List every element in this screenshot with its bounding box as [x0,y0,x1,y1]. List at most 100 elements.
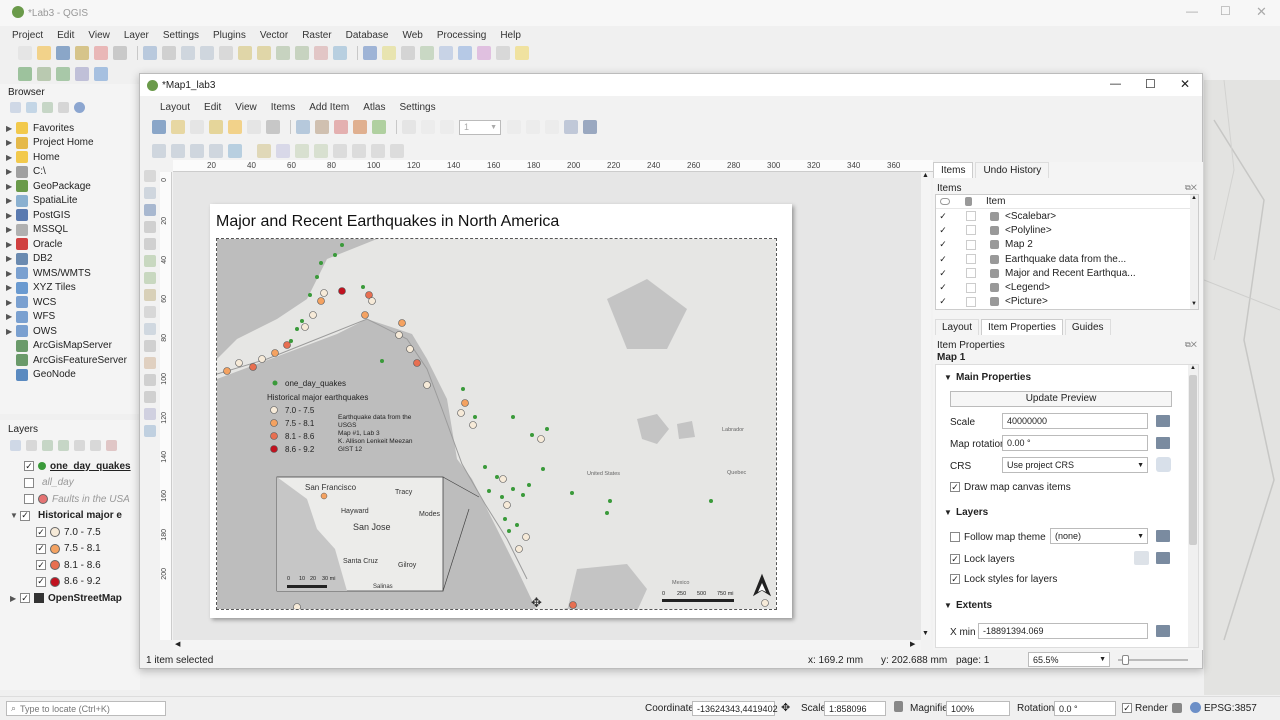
expand-arrow-icon[interactable]: ▶ [6,240,16,249]
panel-float-icon[interactable]: ⧉✕ [1185,183,1197,193]
browser-item[interactable]: ArcGisMapServer [6,339,140,354]
layout-item-row[interactable]: ✓ Map 2 [936,238,1198,252]
pan-icon[interactable] [143,46,157,60]
map-item[interactable]: one_day_quakes Historical major earthqua… [216,238,777,610]
zoom-slider-handle[interactable] [1122,655,1129,665]
zoom-out-icon[interactable] [200,46,214,60]
browser-item[interactable]: ArcGisFeatureServer [6,353,140,368]
add-map-icon[interactable] [144,255,156,267]
browser-item[interactable]: ▶ MSSQL [6,223,140,238]
layout-item-row[interactable]: ✓ <Legend> [936,280,1198,294]
print-layout-icon[interactable] [94,46,108,60]
item-visible-checkbox[interactable]: ✓ [938,268,948,278]
remove-layer-icon[interactable] [106,440,117,451]
menu-database[interactable]: Database [346,30,389,41]
field-calculator-icon[interactable] [420,46,434,60]
canvas-vscrollbar[interactable]: ▲ ▼ [921,172,931,640]
lock-layers-override-icon[interactable] [1156,552,1170,564]
expand-arrow-icon[interactable]: ▼ [10,511,20,520]
zoom-full-icon[interactable] [209,144,223,158]
attribute-table-icon[interactable] [439,46,453,60]
duplicate-layout-icon[interactable] [190,120,204,134]
layer-visibility-checkbox[interactable]: ✓ [20,510,30,521]
item-visible-checkbox[interactable]: ✓ [938,225,948,235]
crs-combo[interactable]: Use project CRS ▼ [1002,457,1148,473]
map-title[interactable]: Major and Recent Earthquakes in North Am… [216,213,559,231]
menu-layer[interactable]: Layer [124,30,149,41]
add-legend-icon[interactable] [144,323,156,335]
atlas-print-icon[interactable] [545,120,559,134]
raise-icon[interactable] [333,144,347,158]
browser-item[interactable]: ▶ WFS [6,310,140,325]
redo-icon[interactable] [372,120,386,134]
menu-layout[interactable]: Layout [160,102,190,113]
browser-item[interactable]: GeoNode [6,368,140,383]
export-image-icon[interactable] [296,120,310,134]
menu-add-item[interactable]: Add Item [309,102,349,113]
xmin-field[interactable]: -18891394.069 [978,623,1148,639]
add-delimited-icon[interactable] [75,67,89,81]
extents-collapse-icon[interactable]: ▼ [944,601,952,610]
lock-styles-checkbox[interactable]: ✓ [950,574,960,584]
map-scale-field[interactable]: 40000000 [1002,413,1148,429]
statistics-icon[interactable] [477,46,491,60]
menu-view[interactable]: View [235,102,257,113]
export-pdf-icon[interactable] [334,120,348,134]
layer-item[interactable]: Faults in the USA [10,491,140,508]
unlock-items-icon[interactable] [276,144,290,158]
item-visible-checkbox[interactable]: ✓ [938,297,948,307]
messages-icon[interactable] [1172,703,1182,713]
undo-icon[interactable] [353,120,367,134]
tab-undo-history[interactable]: Undo History [975,162,1050,178]
theme-combo[interactable]: (none) ▼ [1050,528,1148,544]
layout-manager-icon[interactable] [209,120,223,134]
menu-settings[interactable]: Settings [399,102,435,113]
browser-item[interactable]: ▶ WCS [6,295,140,310]
extents-toggle-icon[interactable]: ✥ [781,701,790,714]
annotation-icon[interactable] [515,46,529,60]
item-visible-checkbox[interactable]: ✓ [938,240,948,250]
zoom-100-icon[interactable] [190,144,204,158]
zoom-in-icon[interactable] [152,144,166,158]
add-vector-icon[interactable] [56,67,70,81]
filter-icon[interactable] [42,102,53,113]
template-icon[interactable] [228,120,242,134]
print-icon[interactable] [266,120,280,134]
items-scroll-up-icon[interactable]: ▲ [1191,195,1197,201]
zoom-tool-icon[interactable] [144,187,156,199]
theme-override-icon[interactable] [1156,530,1170,542]
layer-visibility-checkbox[interactable]: ✓ [20,593,30,604]
maximize-button[interactable]: ☐ [1220,4,1231,18]
xmin-override-icon[interactable] [1156,625,1170,637]
menu-items[interactable]: Items [271,102,295,113]
item-visible-checkbox[interactable]: ✓ [938,283,948,293]
map-rotation-field[interactable]: 0.00 ° [1002,435,1148,451]
tab-items[interactable]: Items [933,162,974,178]
layers-collapse-icon[interactable]: ▼ [944,508,952,517]
browser-item[interactable]: ▶ GeoPackage [6,179,140,194]
digitize-icon[interactable] [18,67,32,81]
distribute-icon[interactable] [371,144,385,158]
deselect-icon[interactable] [401,46,415,60]
layout-canvas[interactable]: Major and Recent Earthquakes in North Am… [173,172,921,640]
layers-from-canvas-icon[interactable] [1134,551,1149,565]
atlas-last-icon[interactable] [526,120,540,134]
atlas-prev-icon[interactable] [440,120,454,134]
menu-raster[interactable]: Raster [302,30,331,41]
layout-item-row[interactable]: ✓ Earthquake data from the... [936,252,1198,266]
add-selected-icon[interactable] [10,102,21,113]
add-template-icon[interactable] [247,120,261,134]
menu-atlas[interactable]: Atlas [363,102,385,113]
atlas-export-pdf-icon[interactable] [583,120,597,134]
layer-visibility-checkbox[interactable] [24,494,34,505]
select-icon[interactable] [382,46,396,60]
menu-view[interactable]: View [88,30,110,41]
add-table-icon[interactable] [144,425,156,437]
update-preview-button[interactable]: Update Preview [950,391,1172,407]
expand-all-icon[interactable] [74,440,85,451]
layer-visibility-checkbox[interactable] [24,477,34,488]
pan-tool-icon[interactable] [144,170,156,182]
scroll-down-icon[interactable]: ▼ [922,630,929,637]
layer-item[interactable]: ✓ 8.6 - 9.2 [10,574,140,591]
add-label-icon[interactable] [144,306,156,318]
